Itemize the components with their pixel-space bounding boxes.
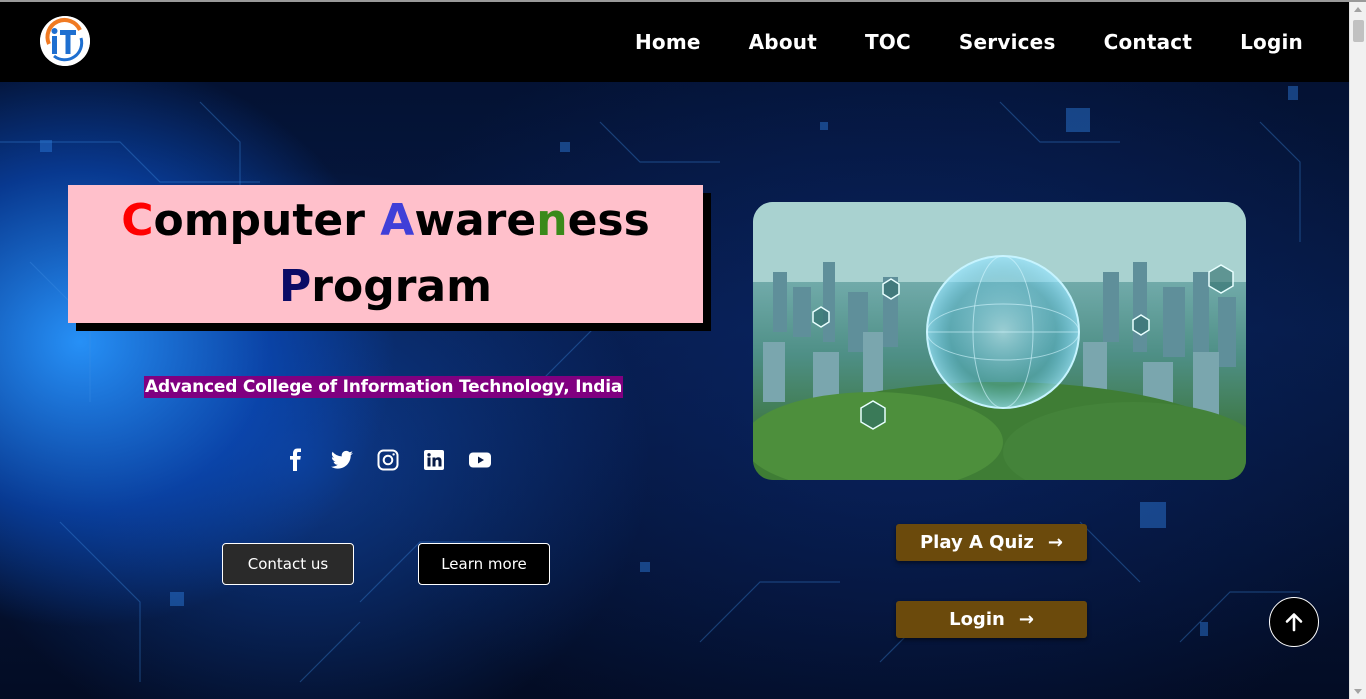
scroll-down-arrow-icon[interactable] xyxy=(1354,689,1362,694)
title-text-ess: ess xyxy=(567,195,650,246)
learn-more-button[interactable]: Learn more xyxy=(418,543,550,585)
arrow-right-icon: → xyxy=(1047,532,1063,553)
logo-icon xyxy=(40,16,90,66)
title-text-rogram: rogram xyxy=(311,261,492,312)
social-links xyxy=(284,448,492,472)
instagram-icon[interactable] xyxy=(376,448,400,472)
page-scrollbar[interactable] xyxy=(1349,2,1366,699)
scroll-to-top-button[interactable] xyxy=(1269,597,1319,647)
twitter-icon[interactable] xyxy=(330,448,354,472)
nav-login[interactable]: Login xyxy=(1240,30,1303,54)
youtube-icon[interactable] xyxy=(468,448,492,472)
facebook-icon[interactable] xyxy=(284,448,308,472)
nav-toc[interactable]: TOC xyxy=(865,30,911,54)
nav-links: Home About TOC Services Contact Login xyxy=(635,2,1303,82)
title-text-omputer: omputer xyxy=(153,195,381,246)
program-title-line-1: Computer Awareness xyxy=(121,188,650,254)
smart-city-image xyxy=(753,202,1246,480)
play-quiz-label: Play A Quiz xyxy=(919,532,1034,553)
linkedin-icon[interactable] xyxy=(422,448,446,472)
arrow-right-icon: → xyxy=(1018,609,1034,630)
title-letter-a: A xyxy=(380,195,415,246)
contact-us-button[interactable]: Contact us xyxy=(222,543,354,585)
scroll-up-arrow-icon[interactable] xyxy=(1354,7,1362,12)
play-quiz-button[interactable]: Play A Quiz → xyxy=(896,524,1087,561)
title-letter-n: n xyxy=(536,195,568,246)
nav-home[interactable]: Home xyxy=(635,30,701,54)
scrollbar-thumb[interactable] xyxy=(1353,20,1364,42)
program-title-line-2: Program xyxy=(279,254,492,320)
site-logo[interactable] xyxy=(40,16,90,66)
login-label: Login xyxy=(949,609,1005,630)
title-letter-c: C xyxy=(121,195,154,246)
login-button[interactable]: Login → xyxy=(896,601,1087,638)
college-subtitle: Advanced College of Information Technolo… xyxy=(144,376,624,398)
smart-city-illustration xyxy=(753,202,1246,480)
nav-contact[interactable]: Contact xyxy=(1104,30,1193,54)
title-text-ware: ware xyxy=(414,195,537,246)
nav-about[interactable]: About xyxy=(749,30,817,54)
hero-section: Computer Awareness Program Advanced Coll… xyxy=(0,82,1349,699)
nav-services[interactable]: Services xyxy=(959,30,1056,54)
title-letter-p: P xyxy=(279,261,312,312)
program-title-box: Computer Awareness Program xyxy=(68,185,703,323)
navbar: Home About TOC Services Contact Login xyxy=(0,2,1349,82)
arrow-up-icon xyxy=(1285,613,1303,632)
